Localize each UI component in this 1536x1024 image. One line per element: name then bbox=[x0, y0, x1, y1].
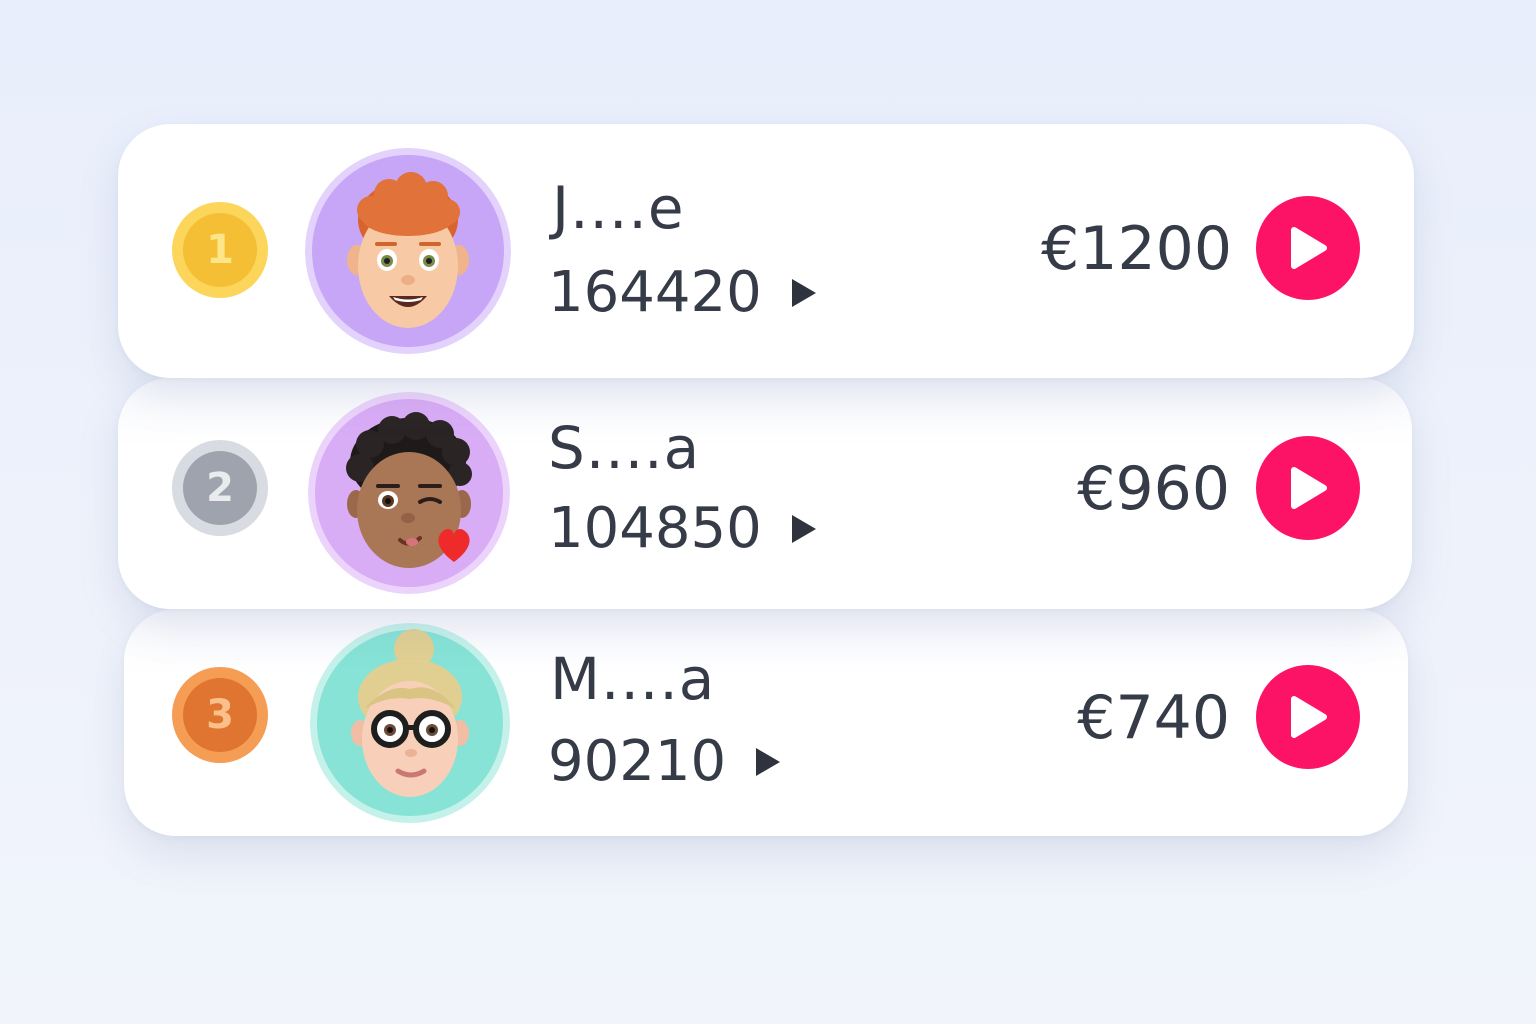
player-name: J....e bbox=[552, 174, 685, 242]
play-icon bbox=[1291, 696, 1327, 738]
avatar bbox=[308, 392, 510, 594]
silver-medal-icon: 2 bbox=[172, 440, 268, 536]
play-arrow-icon bbox=[791, 278, 816, 307]
rank-number: 2 bbox=[183, 451, 257, 525]
player-name: S....a bbox=[548, 414, 701, 482]
avatar bbox=[305, 148, 511, 354]
prize-amount: €740 bbox=[1077, 683, 1230, 753]
rank-number: 3 bbox=[183, 678, 257, 752]
player-name: M....a bbox=[550, 645, 716, 713]
avatar bbox=[310, 623, 510, 823]
play-arrow-icon bbox=[756, 747, 781, 776]
play-arrow-icon bbox=[791, 514, 816, 543]
score-line[interactable]: 90210 bbox=[548, 729, 781, 794]
player-score: 90210 bbox=[548, 729, 727, 794]
prize-amount: €1200 bbox=[1041, 214, 1232, 284]
memoji-blonde-glasses-avatar bbox=[310, 623, 510, 823]
player-score: 164420 bbox=[548, 260, 762, 325]
play-button[interactable] bbox=[1256, 665, 1360, 769]
play-icon bbox=[1291, 227, 1327, 269]
leaderboard: 1 J....e 164420 €1200 2 S....a 104850 €9… bbox=[0, 0, 1536, 1024]
memoji-winking-heart-avatar bbox=[308, 392, 510, 594]
player-score: 104850 bbox=[548, 496, 762, 561]
gold-medal-icon: 1 bbox=[172, 202, 268, 298]
memoji-red-curly-hair-avatar bbox=[305, 148, 511, 354]
leaderboard-row-1[interactable]: 1 J....e 164420 €1200 bbox=[118, 124, 1414, 378]
leaderboard-row-2[interactable]: 2 S....a 104850 €960 bbox=[118, 378, 1412, 609]
score-line[interactable]: 164420 bbox=[548, 260, 816, 325]
play-button[interactable] bbox=[1256, 436, 1360, 540]
prize-amount: €960 bbox=[1077, 454, 1230, 524]
play-icon bbox=[1291, 467, 1327, 509]
rank-number: 1 bbox=[183, 213, 257, 287]
leaderboard-row-3[interactable]: 3 M....a 90210 €740 bbox=[124, 609, 1408, 836]
score-line[interactable]: 104850 bbox=[548, 496, 816, 561]
play-button[interactable] bbox=[1256, 196, 1360, 300]
bronze-medal-icon: 3 bbox=[172, 667, 268, 763]
